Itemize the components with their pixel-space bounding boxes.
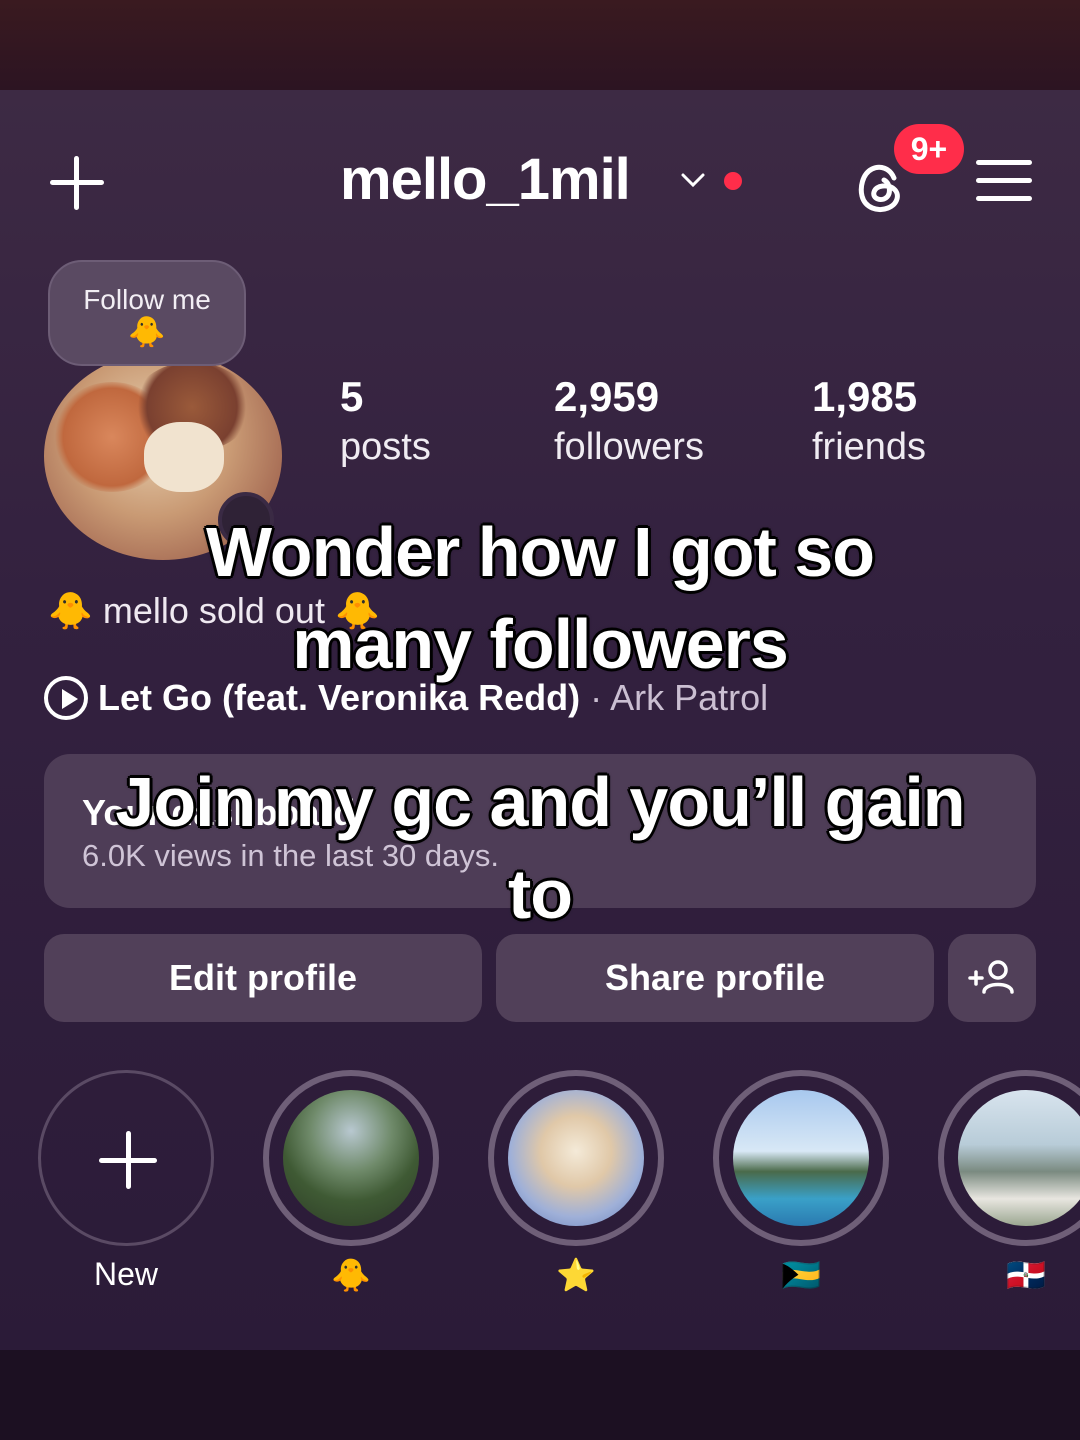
live-dot [724, 172, 742, 190]
notification-badge: 9+ [894, 124, 964, 174]
status-band-top [0, 0, 1080, 90]
highlight-label: 🇩🇴 [1006, 1257, 1046, 1293]
avatar-art [144, 422, 224, 492]
edit-profile-button[interactable]: Edit profile [44, 934, 482, 1022]
caption-line-2: Join my gc and you’ll gain to [115, 763, 965, 933]
stat-followers[interactable]: 2,959 followers [554, 372, 704, 472]
stat-label: followers [554, 426, 704, 468]
highlight-cover [283, 1090, 419, 1226]
highlight-cover [958, 1090, 1080, 1226]
profile-screen: mello_1mil 9+ Follow me 🐥 5 posts 2,959 … [0, 90, 1080, 1350]
play-icon[interactable] [44, 676, 88, 720]
status-band-bottom [0, 1350, 1080, 1440]
stat-label: posts [340, 426, 431, 468]
menu-icon[interactable] [976, 158, 1032, 204]
highlight-label: 🐥 [331, 1257, 371, 1293]
stat-value: 2,959 [554, 373, 660, 420]
highlight-label: ⭐ [556, 1257, 596, 1293]
add-person-icon [968, 960, 1014, 994]
stat-value: 5 [340, 373, 364, 420]
highlight-item[interactable] [938, 1070, 1080, 1246]
new-highlight-button[interactable] [38, 1070, 214, 1246]
highlight-cover [508, 1090, 644, 1226]
share-profile-button[interactable]: Share profile [496, 934, 934, 1022]
chevron-down-icon[interactable] [680, 170, 706, 190]
note-bubble[interactable]: Follow me 🐥 [48, 260, 246, 366]
stat-posts[interactable]: 5 posts [340, 372, 431, 472]
stat-friends[interactable]: 1,985 friends [812, 372, 926, 472]
highlight-item[interactable] [263, 1070, 439, 1246]
username[interactable]: mello_1mil [340, 146, 631, 213]
caption-line-1: Wonder how I got so many followers [206, 513, 875, 683]
note-text: Follow me [83, 284, 211, 315]
highlight-label: 🇧🇸 [781, 1257, 821, 1293]
note-emoji: 🐥 [128, 316, 166, 349]
add-person-button[interactable] [948, 934, 1036, 1022]
plus-icon[interactable] [48, 154, 106, 212]
highlight-label: New [93, 1256, 158, 1292]
highlight-cover [733, 1090, 869, 1226]
highlight-item[interactable] [713, 1070, 889, 1246]
highlight-item[interactable] [488, 1070, 664, 1246]
stat-label: friends [812, 426, 927, 468]
stat-value: 1,985 [812, 373, 918, 420]
